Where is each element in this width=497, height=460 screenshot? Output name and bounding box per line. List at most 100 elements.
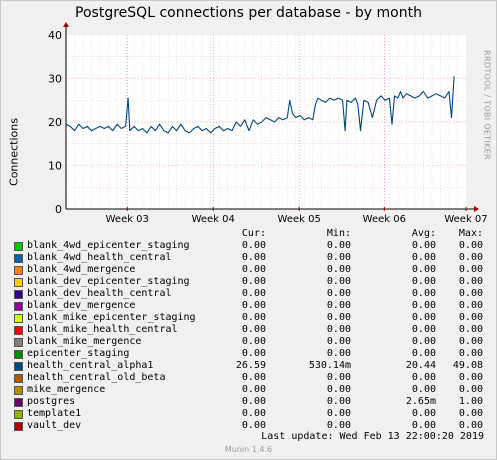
- legend-row: blank_4wd_epicenter_staging 0.00 0.00 0.00 0…: [0, 240, 497, 252]
- legend-row: epicenter_staging 0.00 0.00 0.00 0.00: [0, 348, 497, 360]
- legend-value-max: 0.00: [458, 408, 483, 419]
- x-tick-label: Week 06: [363, 214, 406, 225]
- legend-value-cur: 0.00: [241, 288, 266, 299]
- legend-value-max: 1.00: [458, 396, 483, 407]
- legend-swatch: [14, 242, 23, 251]
- legend-swatch: [14, 302, 23, 311]
- y-tick-label: 20: [48, 116, 62, 129]
- legend-value-cur: 0.00: [241, 312, 266, 323]
- legend-value-min: 0.00: [326, 300, 351, 311]
- legend-swatch: [14, 314, 23, 323]
- legend-swatch: [14, 398, 23, 407]
- legend-value-cur: 0.00: [241, 324, 266, 335]
- legend-value-min: 530.14m: [308, 360, 351, 371]
- legend-value-max: 49.08: [452, 360, 483, 371]
- legend-swatch: [14, 278, 23, 287]
- legend-row: blank_mike_mergence 0.00 0.00 0.00 0.00: [0, 336, 497, 348]
- legend-series-name: blank_dev_health_central: [27, 288, 172, 299]
- legend-value-cur: 0.00: [241, 264, 266, 275]
- legend-value-cur: 0.00: [241, 240, 266, 251]
- legend-row: blank_dev_epicenter_staging 0.00 0.00 0.00 0…: [0, 276, 497, 288]
- legend-value-cur: 0.00: [241, 348, 266, 359]
- legend-value-max: 0.00: [458, 312, 483, 323]
- legend-swatch: [14, 410, 23, 419]
- legend-value-cur: 0.00: [241, 276, 266, 287]
- legend-value-max: 0.00: [458, 276, 483, 287]
- legend-row: blank_dev_mergence 0.00 0.00 0.00 0.00: [0, 300, 497, 312]
- legend-header: Cur: Min: Avg: Max:: [0, 228, 497, 240]
- legend-series-name: mike_mergence: [27, 384, 106, 395]
- legend-swatch: [14, 254, 23, 263]
- legend-swatch: [14, 422, 23, 431]
- legend-series-name: blank_mike_epicenter_staging: [27, 312, 196, 323]
- y-tick-label: 0: [55, 203, 62, 216]
- legend-header-min: Min:: [326, 228, 351, 239]
- x-axis-arrow: [474, 206, 479, 212]
- x-tick-label: Week 07: [444, 214, 487, 225]
- y-axis-arrow: [63, 22, 69, 27]
- legend-value-cur: 0.00: [241, 300, 266, 311]
- legend-rows: blank_4wd_epicenter_staging 0.00 0.00 0.00 0…: [0, 240, 497, 432]
- legend-value-min: 0.00: [326, 312, 351, 323]
- legend-series-name: blank_dev_mergence: [27, 300, 136, 311]
- legend-value-min: 0.00: [326, 372, 351, 383]
- x-tick-label: Week 05: [278, 214, 321, 225]
- legend-value-cur: 0.00: [241, 384, 266, 395]
- legend-value-max: 0.00: [458, 384, 483, 395]
- x-tick-label: Week 03: [106, 214, 149, 225]
- legend-series-name: blank_4wd_health_central: [27, 252, 172, 263]
- y-tick-label: 40: [48, 29, 62, 42]
- legend-value-cur: 0.00: [241, 252, 266, 263]
- legend-series-name: health_central_old_beta: [27, 372, 166, 383]
- legend-value-min: 0.00: [326, 288, 351, 299]
- legend-row: health_central_alpha1 26.59 530.14m 20.44 49…: [0, 360, 497, 372]
- legend-row: mike_mergence 0.00 0.00 0.00 0.00: [0, 384, 497, 396]
- legend-value-max: 0.00: [458, 252, 483, 263]
- legend-value-cur: 0.00: [241, 396, 266, 407]
- legend-value-min: 0.00: [326, 348, 351, 359]
- legend-row: blank_mike_health_central 0.00 0.00 0.00 0.0…: [0, 324, 497, 336]
- legend-series-name: blank_mike_health_central: [27, 324, 178, 335]
- y-tick-label: 10: [48, 160, 62, 173]
- legend-swatch: [14, 290, 23, 299]
- legend-row: postgres 0.00 0.00 2.65m 1.00: [0, 396, 497, 408]
- legend-swatch: [14, 266, 23, 275]
- legend: Cur: Min: Avg: Max: blank_4wd_epicenter_…: [0, 228, 497, 432]
- legend-header-max: Max:: [458, 228, 483, 239]
- legend-value-max: 0.00: [458, 288, 483, 299]
- legend-value-max: 0.00: [458, 324, 483, 335]
- y-tick-label: 30: [48, 73, 62, 86]
- legend-row: template1 0.00 0.00 0.00 0.00: [0, 408, 497, 420]
- legend-row: blank_4wd_health_central 0.00 0.00 0.00 0.00: [0, 252, 497, 264]
- legend-row: blank_mike_epicenter_staging 0.00 0.00 0.00…: [0, 312, 497, 324]
- legend-series-name: postgres: [27, 396, 76, 407]
- legend-series-name: health_central_alpha1: [27, 360, 154, 371]
- legend-value-min: 0.00: [326, 264, 351, 275]
- x-tick-label: Week 04: [192, 214, 235, 225]
- legend-value-max: 0.00: [458, 264, 483, 275]
- legend-swatch: [14, 350, 23, 359]
- legend-series-name: blank_4wd_epicenter_staging: [27, 240, 190, 251]
- legend-value-min: 0.00: [326, 396, 351, 407]
- legend-value-min: 0.00: [326, 252, 351, 263]
- legend-row: health_central_old_beta 0.00 0.00 0.00 0.00: [0, 372, 497, 384]
- munin-version: Munin 1.4.6: [224, 445, 273, 454]
- chart-area: 0 10 20 30 40 Week 03 Week 04 Week 05 Week 06 Wee…: [48, 22, 488, 225]
- legend-value-min: 0.00: [326, 324, 351, 335]
- last-update: Last update: Wed Feb 13 22:00:20 2019: [261, 431, 484, 442]
- legend-series-name: epicenter_staging: [27, 348, 130, 359]
- legend-series-name: blank_mike_mergence: [27, 336, 142, 347]
- legend-swatch: [14, 374, 23, 383]
- legend-value-cur: 0.00: [241, 408, 266, 419]
- legend-swatch: [14, 338, 23, 347]
- legend-swatch: [14, 362, 23, 371]
- legend-value-cur: 26.59: [235, 360, 266, 371]
- legend-value-min: 0.00: [326, 384, 351, 395]
- legend-series-name: blank_4wd_mergence: [27, 264, 136, 275]
- legend-swatch: [14, 386, 23, 395]
- legend-value-max: 0.00: [458, 300, 483, 311]
- legend-value-min: 0.00: [326, 336, 351, 347]
- legend-series-name: blank_dev_epicenter_staging: [27, 276, 190, 287]
- legend-value-min: 0.00: [326, 240, 351, 251]
- legend-swatch: [14, 326, 23, 335]
